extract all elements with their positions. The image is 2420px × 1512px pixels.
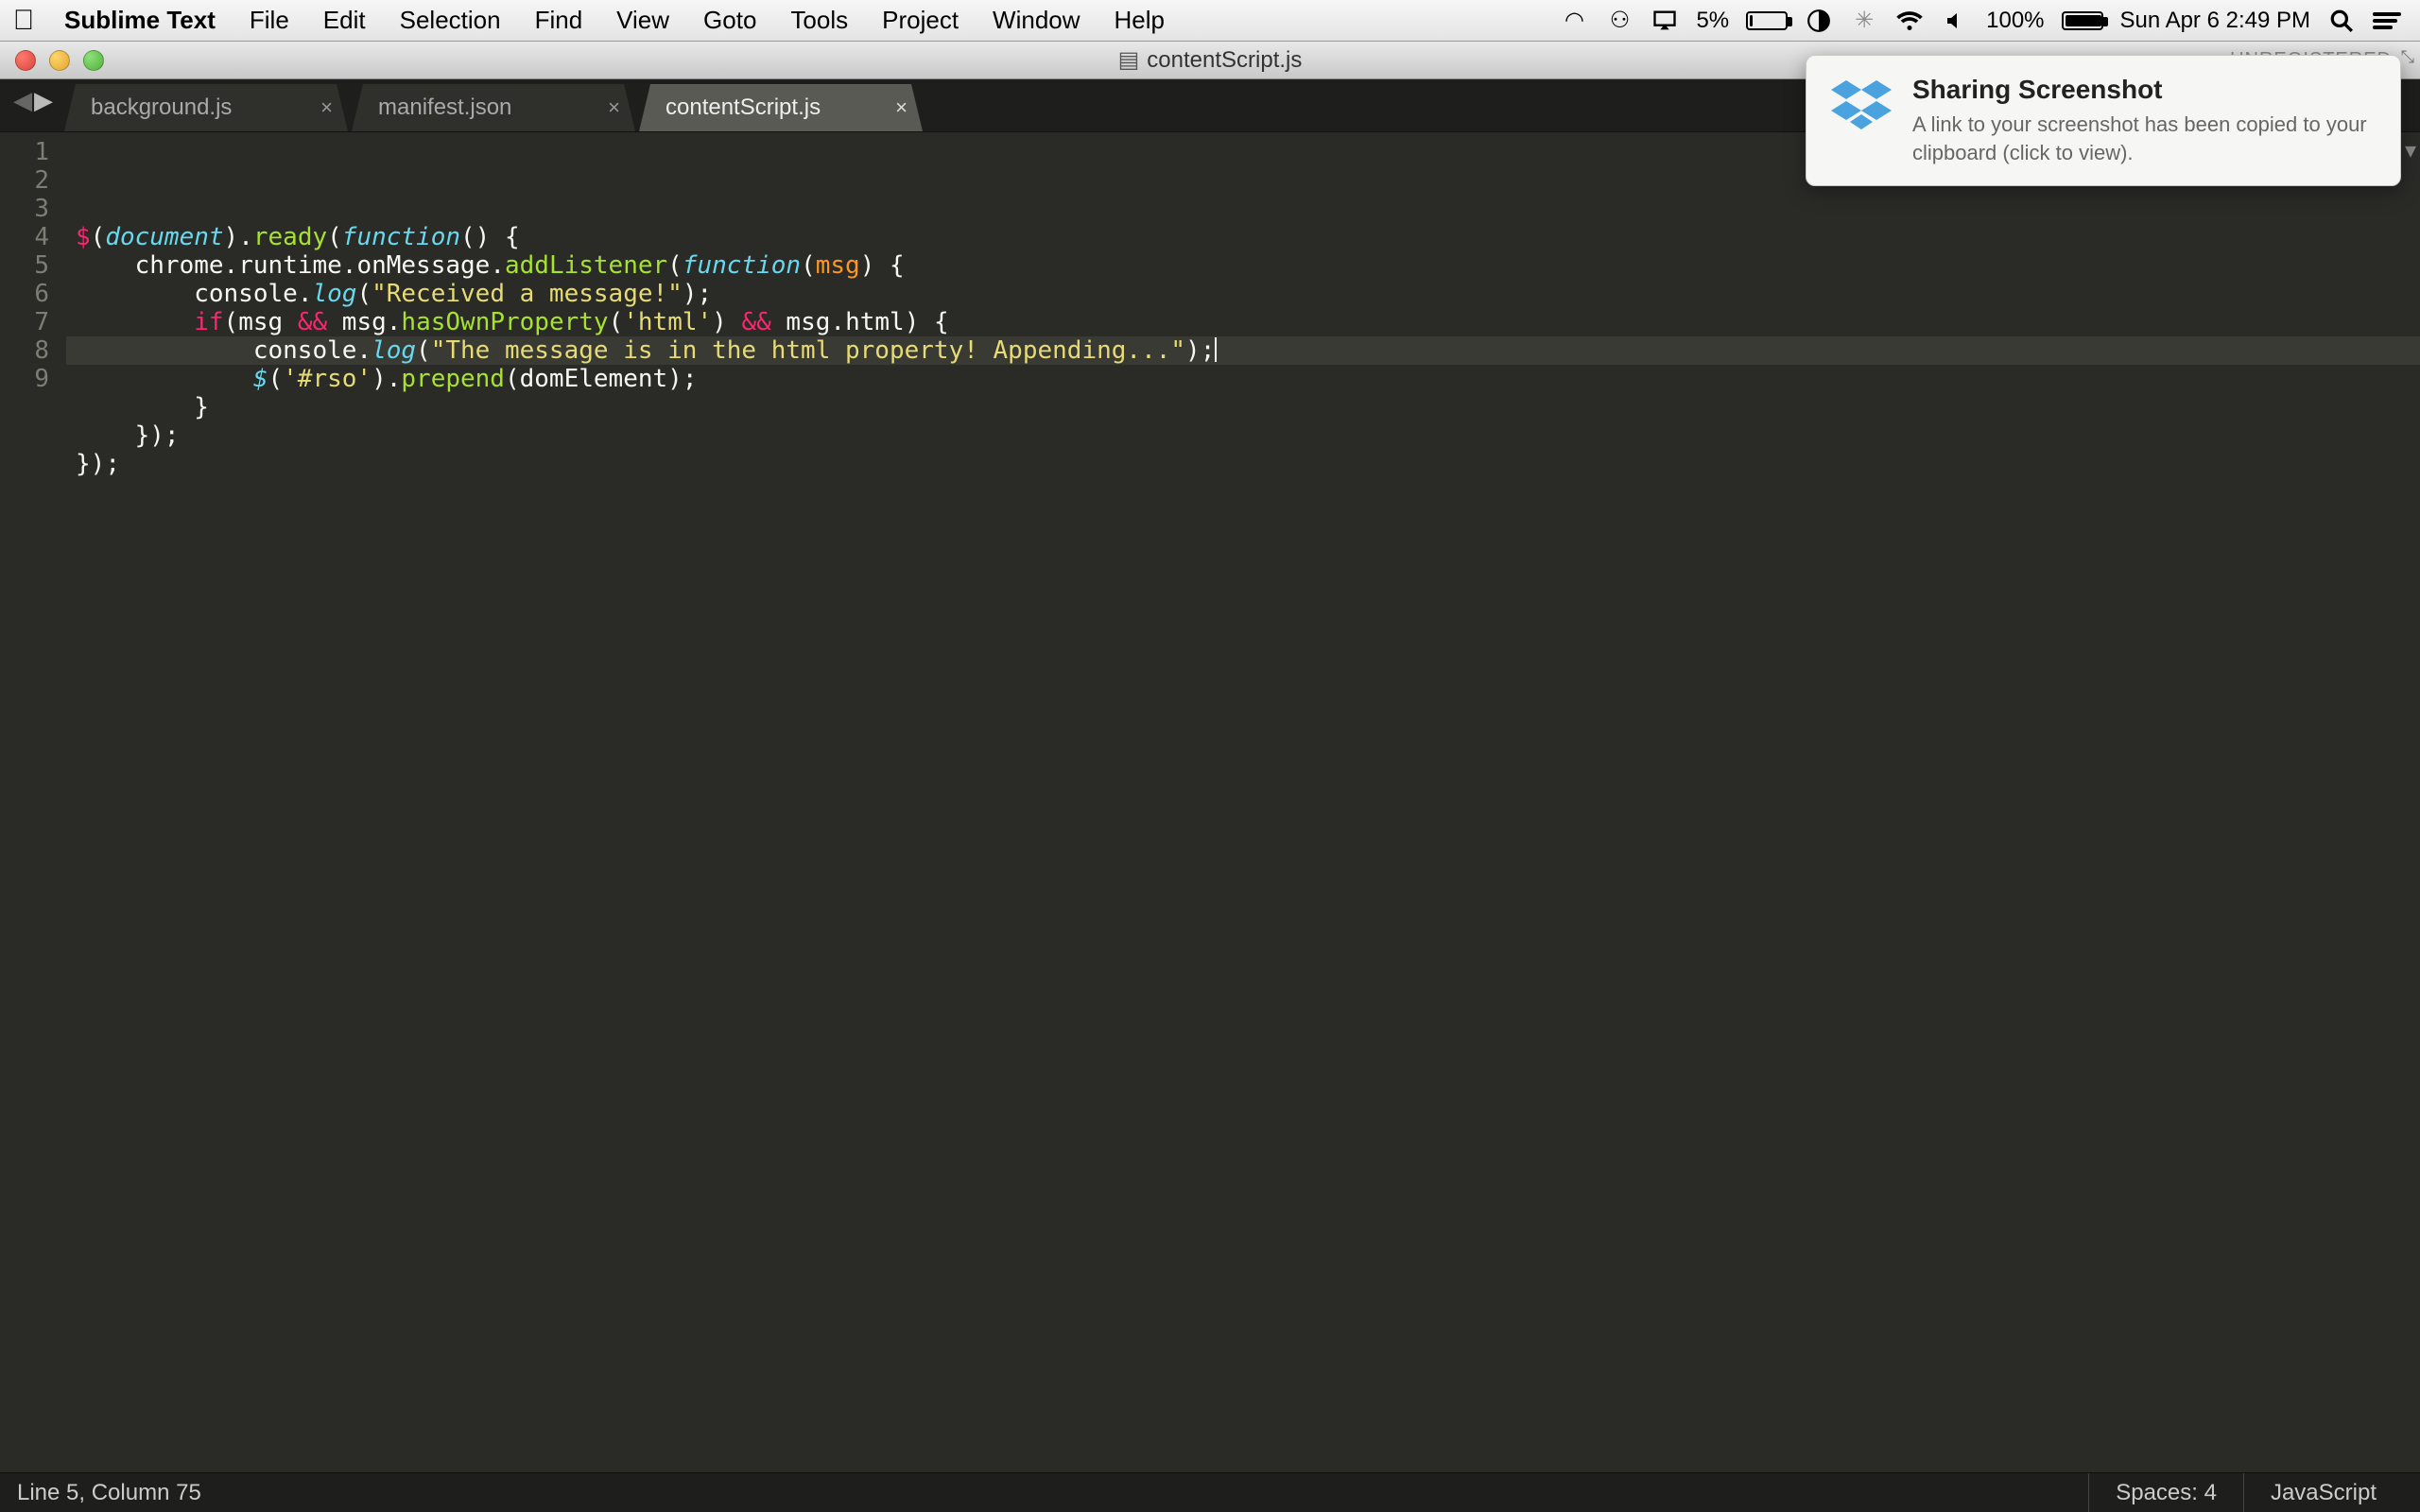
app-tray-icon[interactable]: ⚇ (1605, 7, 1634, 34)
code-line[interactable]: $('#rso').prepend(domElement); (66, 365, 2420, 393)
menubar-datetime[interactable]: Sun Apr 6 2:49 PM (2120, 8, 2310, 34)
menu-item-view[interactable]: View (599, 6, 686, 35)
nav-back-icon[interactable]: ◀ (13, 86, 32, 115)
document-icon: ▤ (1118, 47, 1148, 73)
nav-forward-icon[interactable]: ▶ (34, 86, 53, 115)
code-line[interactable]: }); (66, 450, 2420, 478)
line-number: 4 (0, 223, 49, 251)
dropbox-icon (1831, 75, 1892, 135)
menubar-tray: ◠ ⚇ 5% ✳ 100% Sun Apr 6 2:49 PM (1560, 7, 2420, 35)
code-line[interactable]: $(document).ready(function() { (66, 223, 2420, 251)
menu-item-find[interactable]: Find (518, 6, 600, 35)
line-number: 8 (0, 336, 49, 365)
tab-nav-buttons: ◀ ▶ (9, 86, 64, 125)
line-number-gutter: 123456789 (0, 132, 66, 1472)
code-line[interactable]: console.log("Received a message!"); (66, 280, 2420, 308)
indent-setting[interactable]: Spaces: 4 (2088, 1473, 2243, 1512)
menu-item-window[interactable]: Window (976, 6, 1097, 35)
tab-manifest-json[interactable]: manifest.json × (352, 84, 635, 131)
menu-item-help[interactable]: Help (1098, 6, 1182, 35)
app-name[interactable]: Sublime Text (47, 6, 233, 35)
notification-center-icon[interactable] (2373, 9, 2401, 32)
display-icon[interactable] (1805, 9, 1833, 33)
minimap-toggle-icon[interactable]: ▼ (2405, 136, 2416, 164)
notification-message: A link to your screenshot has been copie… (1912, 111, 2376, 166)
fullscreen-icon[interactable]: ⤡ (2401, 47, 2414, 67)
apple-menu-icon[interactable]:  (0, 5, 47, 37)
code-editor[interactable]: 123456789 ▼ $(document).ready(function()… (0, 132, 2420, 1472)
tab-label: manifest.json (378, 94, 511, 121)
menu-item-tools[interactable]: Tools (773, 6, 865, 35)
line-number: 1 (0, 138, 49, 166)
tab-contentScript-js[interactable]: contentScript.js × (639, 84, 923, 131)
battery2-percent: 100% (1986, 8, 2044, 34)
bluetooth-icon[interactable]: ✳ (1850, 7, 1878, 34)
menu-item-edit[interactable]: Edit (306, 6, 383, 35)
dropbox-notification[interactable]: Sharing Screenshot A link to your screen… (1806, 55, 2401, 186)
battery2-icon[interactable] (2062, 11, 2103, 30)
tab-close-icon[interactable]: × (895, 95, 908, 120)
sync-icon[interactable]: ◠ (1560, 7, 1588, 34)
menu-item-file[interactable]: File (233, 6, 306, 35)
status-bar: Line 5, Column 75 Spaces: 4 JavaScript (0, 1472, 2420, 1512)
code-line[interactable]: if(msg && msg.hasOwnProperty('html') && … (66, 308, 2420, 336)
notification-title: Sharing Screenshot (1912, 75, 2376, 105)
tab-close-icon[interactable]: × (320, 95, 333, 120)
menu-item-project[interactable]: Project (865, 6, 976, 35)
line-number: 6 (0, 280, 49, 308)
code-line[interactable]: console.log("The message is in the html … (66, 336, 2420, 365)
tab-label: background.js (91, 94, 232, 121)
line-number: 7 (0, 308, 49, 336)
wifi-icon[interactable] (1895, 7, 1924, 35)
tab-close-icon[interactable]: × (608, 95, 620, 120)
volume-icon[interactable] (1941, 9, 1969, 32)
code-line[interactable]: }); (66, 421, 2420, 450)
editor-window: ▤contentScript.js UNREGISTERED ⤡ ◀ ▶ bac… (0, 42, 2420, 1512)
line-number: 3 (0, 195, 49, 223)
menu-item-goto[interactable]: Goto (686, 6, 773, 35)
line-number: 5 (0, 251, 49, 280)
tab-label: contentScript.js (666, 94, 821, 121)
syntax-setting[interactable]: JavaScript (2243, 1473, 2403, 1512)
battery1-icon[interactable] (1746, 11, 1788, 30)
tab-background-js[interactable]: background.js × (64, 84, 348, 131)
macos-menubar:  Sublime Text FileEditSelectionFindView… (0, 0, 2420, 42)
code-area[interactable]: ▼ $(document).ready(function() { chrome.… (66, 132, 2420, 1472)
menu-item-selection[interactable]: Selection (383, 6, 518, 35)
line-number: 9 (0, 365, 49, 393)
code-line[interactable]: chrome.runtime.onMessage.addListener(fun… (66, 251, 2420, 280)
spotlight-icon[interactable] (2327, 9, 2356, 33)
line-number: 2 (0, 166, 49, 195)
code-line[interactable]: } (66, 393, 2420, 421)
cursor-position: Line 5, Column 75 (17, 1480, 201, 1506)
airplay-icon[interactable] (1651, 8, 1679, 34)
battery1-percent: 5% (1696, 8, 1729, 34)
